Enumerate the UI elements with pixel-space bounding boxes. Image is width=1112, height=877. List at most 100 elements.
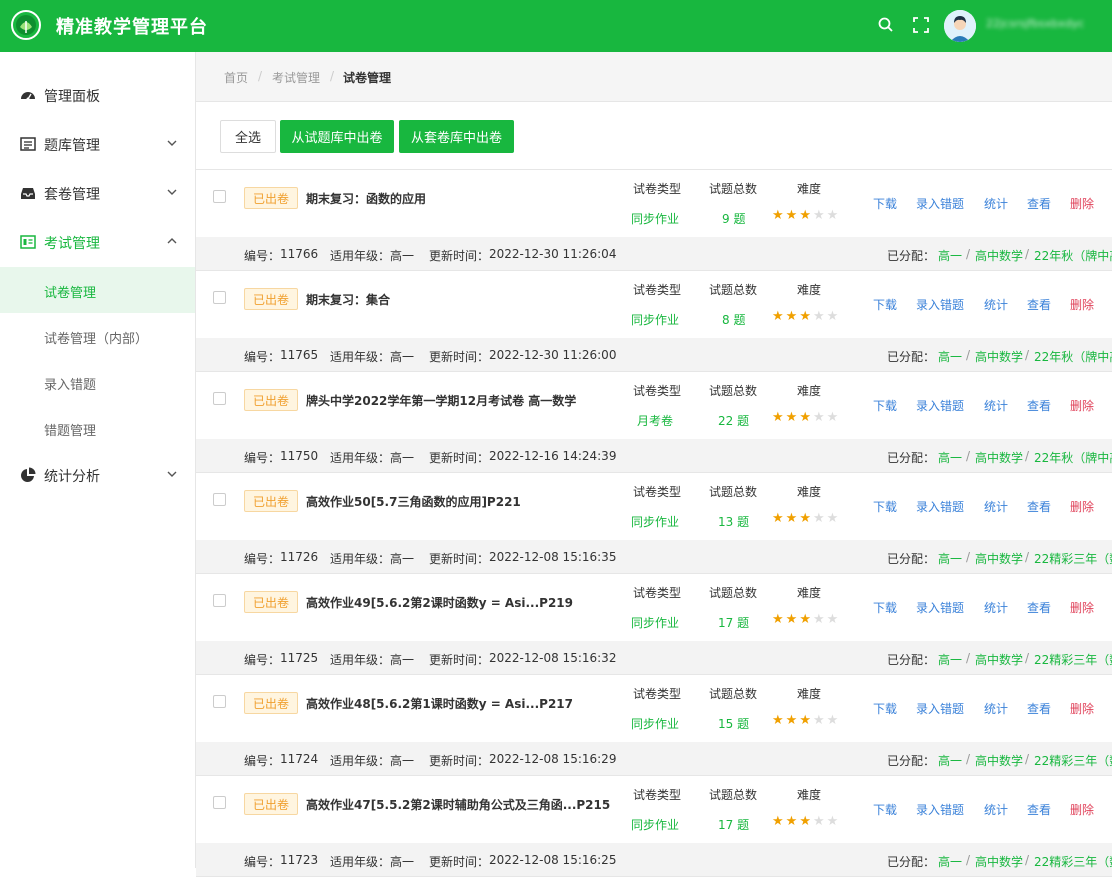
id-label: 编号： xyxy=(244,249,281,263)
assigned-subject[interactable]: 高中数学 xyxy=(975,449,1023,466)
fullscreen-icon[interactable] xyxy=(912,16,930,34)
view-button[interactable]: 查看 xyxy=(1027,599,1051,616)
assigned-class[interactable]: 22年秋（牌中高 xyxy=(1034,348,1112,365)
view-button[interactable]: 查看 xyxy=(1027,498,1051,515)
row-checkbox[interactable] xyxy=(213,796,226,809)
breadcrumb-exam-management[interactable]: 考试管理 xyxy=(272,69,320,86)
breadcrumb-home[interactable]: 首页 xyxy=(224,69,248,86)
sidebar-item-question-bank[interactable]: 题库管理 xyxy=(0,120,195,168)
download-button[interactable]: 下载 xyxy=(873,801,897,818)
sidebar-subitem-enter-errors[interactable]: 录入错题 xyxy=(0,359,195,405)
assigned-grade[interactable]: 高一 xyxy=(938,651,962,668)
assigned-class[interactable]: 22精彩三年（数 xyxy=(1034,752,1112,769)
stats-button[interactable]: 统计 xyxy=(984,700,1008,717)
stats-button[interactable]: 统计 xyxy=(984,397,1008,414)
sidebar-item-label: 管理面板 xyxy=(44,89,100,105)
enter-errors-button[interactable]: 录入错题 xyxy=(916,397,964,414)
star-icon: ★ xyxy=(772,309,786,324)
enter-errors-button[interactable]: 录入错题 xyxy=(916,801,964,818)
assigned-class[interactable]: 22年秋（牌中高 xyxy=(1034,247,1112,264)
row-checkbox[interactable] xyxy=(213,695,226,708)
download-button[interactable]: 下载 xyxy=(873,397,897,414)
username[interactable]: 22jcsrsjfbsxbxdyc xyxy=(986,17,1084,30)
assigned-class[interactable]: 22年秋（牌中高 xyxy=(1034,449,1112,466)
enter-errors-button[interactable]: 录入错题 xyxy=(916,498,964,515)
delete-button[interactable]: 删除 xyxy=(1070,195,1094,212)
assigned-class[interactable]: 22精彩三年（数 xyxy=(1034,550,1112,567)
select-all-button[interactable]: 全选 xyxy=(220,120,276,153)
sidebar-item-dashboard[interactable]: 管理面板 xyxy=(0,71,195,119)
assigned-subject[interactable]: 高中数学 xyxy=(975,853,1023,870)
difficulty-stars: ★★★★★ xyxy=(772,208,840,223)
assigned-subject[interactable]: 高中数学 xyxy=(975,752,1023,769)
delete-button[interactable]: 删除 xyxy=(1070,397,1094,414)
delete-button[interactable]: 删除 xyxy=(1070,296,1094,313)
list-icon xyxy=(20,137,36,151)
delete-button[interactable]: 删除 xyxy=(1070,700,1094,717)
view-button[interactable]: 查看 xyxy=(1027,195,1051,212)
from-paper-bank-button[interactable]: 从套卷库中出卷 xyxy=(399,120,514,153)
row-checkbox[interactable] xyxy=(213,190,226,203)
view-button[interactable]: 查看 xyxy=(1027,397,1051,414)
sidebar-subitem-paper-management[interactable]: 试卷管理 xyxy=(0,267,195,313)
assigned-grade[interactable]: 高一 xyxy=(938,853,962,870)
paper-title[interactable]: 高效作业49[5.6.2第2课时函数y = Asi...P219 xyxy=(306,594,573,611)
delete-button[interactable]: 删除 xyxy=(1070,599,1094,616)
stats-button[interactable]: 统计 xyxy=(984,498,1008,515)
enter-errors-button[interactable]: 录入错题 xyxy=(916,700,964,717)
assigned-subject[interactable]: 高中数学 xyxy=(975,247,1023,264)
paper-id: 11724 xyxy=(280,752,319,766)
view-button[interactable]: 查看 xyxy=(1027,700,1051,717)
assigned-class[interactable]: 22精彩三年（数 xyxy=(1034,853,1112,870)
column-header-count: 试题总数 xyxy=(709,687,758,701)
download-button[interactable]: 下载 xyxy=(873,195,897,212)
sidebar-subitem-error-management[interactable]: 错题管理 xyxy=(0,405,195,451)
sidebar-subitem-paper-management-internal[interactable]: 试卷管理（内部） xyxy=(0,313,195,359)
assigned-separator: / xyxy=(1025,247,1030,261)
row-checkbox[interactable] xyxy=(213,594,226,607)
assigned-grade[interactable]: 高一 xyxy=(938,449,962,466)
star-icon: ★ xyxy=(799,814,813,829)
top-bar: 精准教学管理平台 22jcsrsjfbsxbxdyc xyxy=(0,0,1112,52)
from-question-bank-button[interactable]: 从试题库中出卷 xyxy=(280,120,394,153)
view-button[interactable]: 查看 xyxy=(1027,801,1051,818)
assigned-subject[interactable]: 高中数学 xyxy=(975,550,1023,567)
paper-title[interactable]: 高效作业50[5.7三角函数的应用]P221 xyxy=(306,493,521,510)
download-button[interactable]: 下载 xyxy=(873,498,897,515)
assigned-grade[interactable]: 高一 xyxy=(938,752,962,769)
search-icon[interactable] xyxy=(877,16,895,34)
assigned-grade[interactable]: 高一 xyxy=(938,550,962,567)
difficulty-stars: ★★★★★ xyxy=(772,814,840,829)
delete-button[interactable]: 删除 xyxy=(1070,801,1094,818)
enter-errors-button[interactable]: 录入错题 xyxy=(916,195,964,212)
paper-title[interactable]: 高效作业47[5.5.2第2课时辅助角公式及三角函...P215 xyxy=(306,796,610,813)
row-checkbox[interactable] xyxy=(213,493,226,506)
download-button[interactable]: 下载 xyxy=(873,599,897,616)
stats-button[interactable]: 统计 xyxy=(984,296,1008,313)
paper-title[interactable]: 高效作业48[5.6.2第1课时函数y = Asi...P217 xyxy=(306,695,573,712)
enter-errors-button[interactable]: 录入错题 xyxy=(916,296,964,313)
assigned-class[interactable]: 22精彩三年（数 xyxy=(1034,651,1112,668)
stats-button[interactable]: 统计 xyxy=(984,801,1008,818)
assigned-separator: / xyxy=(966,449,971,463)
assigned-grade[interactable]: 高一 xyxy=(938,348,962,365)
download-button[interactable]: 下载 xyxy=(873,296,897,313)
paper-title[interactable]: 期末复习：函数的应用 xyxy=(306,190,426,207)
assigned-subject[interactable]: 高中数学 xyxy=(975,651,1023,668)
view-button[interactable]: 查看 xyxy=(1027,296,1051,313)
assigned-grade[interactable]: 高一 xyxy=(938,247,962,264)
sidebar-item-statistics[interactable]: 统计分析 xyxy=(0,451,195,499)
paper-title[interactable]: 期末复习：集合 xyxy=(306,291,390,308)
download-button[interactable]: 下载 xyxy=(873,700,897,717)
assigned-subject[interactable]: 高中数学 xyxy=(975,348,1023,365)
paper-title[interactable]: 牌头中学2022学年第一学期12月考试卷 高一数学 xyxy=(306,392,576,409)
row-checkbox[interactable] xyxy=(213,291,226,304)
avatar[interactable] xyxy=(944,10,976,42)
sidebar-item-exam-management[interactable]: 考试管理 xyxy=(0,218,195,266)
delete-button[interactable]: 删除 xyxy=(1070,498,1094,515)
sidebar-item-paper-sets[interactable]: 套卷管理 xyxy=(0,169,195,217)
stats-button[interactable]: 统计 xyxy=(984,195,1008,212)
row-checkbox[interactable] xyxy=(213,392,226,405)
stats-button[interactable]: 统计 xyxy=(984,599,1008,616)
enter-errors-button[interactable]: 录入错题 xyxy=(916,599,964,616)
